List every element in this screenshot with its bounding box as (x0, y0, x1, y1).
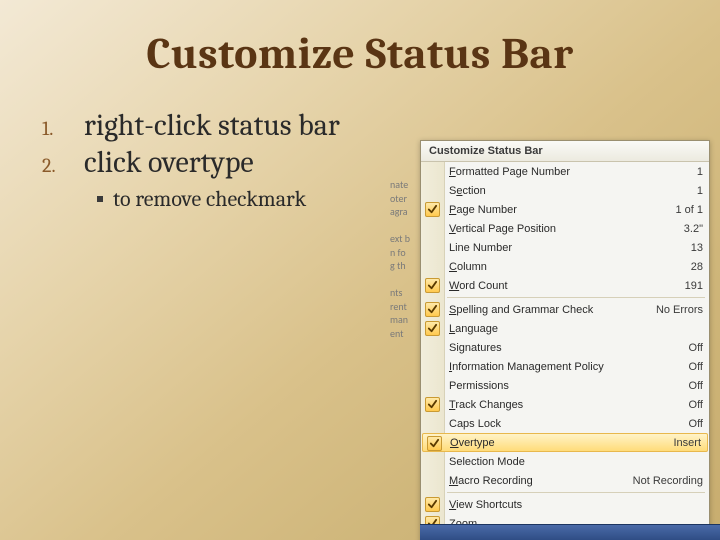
sub-bullet-text: to remove checkmark (113, 186, 306, 212)
menu-item-value: Off (683, 418, 703, 430)
menu-item-label: Word Count (449, 280, 679, 292)
menu-item-signatures[interactable]: SignaturesOff (421, 338, 709, 357)
menu-item-label: Vertical Page Position (449, 223, 678, 235)
menu-item-line-number[interactable]: Line Number13 (421, 238, 709, 257)
checkmark-icon (425, 497, 440, 512)
checkmark-icon (425, 278, 440, 293)
menu-item-label: Line Number (449, 242, 685, 254)
content-block: 1. right-click status bar 2. click overt… (42, 108, 402, 212)
menu-item-view-shortcuts[interactable]: View Shortcuts (421, 495, 709, 514)
taskbar-fragment (420, 524, 720, 540)
menu-item-word-count[interactable]: Word Count191 (421, 276, 709, 295)
menu-item-value: Off (683, 342, 703, 354)
menu-body: Formatted Page Number1Section1Page Numbe… (421, 162, 709, 540)
menu-item-spelling-and-grammar-check[interactable]: Spelling and Grammar CheckNo Errors (421, 300, 709, 319)
step-2: 2. click overtype (42, 145, 402, 180)
menu-item-label: Formatted Page Number (449, 166, 691, 178)
menu-item-value: Off (683, 399, 703, 411)
menu-item-page-number[interactable]: Page Number1 of 1 (421, 200, 709, 219)
menu-item-label: Language (449, 323, 697, 335)
step-text: right-click status bar (84, 108, 340, 143)
step-number: 2. (42, 154, 84, 177)
menu-item-value: 1 (691, 185, 703, 197)
menu-item-value: Insert (667, 437, 701, 449)
menu-item-label: Signatures (449, 342, 683, 354)
checkmark-icon (425, 397, 440, 412)
menu-item-language[interactable]: Language (421, 319, 709, 338)
menu-item-label: Selection Mode (449, 456, 697, 468)
menu-item-value: 3.2" (678, 223, 703, 235)
menu-item-section[interactable]: Section1 (421, 181, 709, 200)
screenshot-region: nate oter agra ext b n fo g th nts rent … (420, 140, 720, 540)
customize-status-bar-menu[interactable]: Customize Status Bar Formatted Page Numb… (420, 140, 710, 540)
menu-item-selection-mode[interactable]: Selection Mode (421, 452, 709, 471)
menu-item-label: View Shortcuts (449, 499, 697, 511)
menu-item-value: 1 (691, 166, 703, 178)
menu-item-label: Spelling and Grammar Check (449, 304, 650, 316)
checkmark-icon (425, 202, 440, 217)
slide-title: Customize Status Bar (0, 0, 720, 79)
menu-item-track-changes[interactable]: Track ChangesOff (421, 395, 709, 414)
menu-separator (447, 492, 705, 493)
checkmark-icon (425, 302, 440, 317)
menu-item-value: 1 of 1 (669, 204, 703, 216)
menu-item-permissions[interactable]: PermissionsOff (421, 376, 709, 395)
menu-item-label: Track Changes (449, 399, 683, 411)
menu-item-label: Column (449, 261, 685, 273)
menu-item-value: Off (683, 380, 703, 392)
menu-item-information-management-policy[interactable]: Information Management PolicyOff (421, 357, 709, 376)
menu-item-label: Overtype (450, 437, 667, 449)
menu-item-column[interactable]: Column28 (421, 257, 709, 276)
sub-bullet: to remove checkmark (97, 186, 402, 212)
menu-item-value: No Errors (650, 304, 703, 316)
menu-item-label: Caps Lock (449, 418, 683, 430)
menu-item-vertical-page-position[interactable]: Vertical Page Position3.2" (421, 219, 709, 238)
menu-item-formatted-page-number[interactable]: Formatted Page Number1 (421, 162, 709, 181)
step-text: click overtype (84, 145, 254, 180)
menu-item-label: Page Number (449, 204, 669, 216)
menu-item-caps-lock[interactable]: Caps LockOff (421, 414, 709, 433)
checkmark-icon (427, 436, 442, 451)
bullet-icon (97, 196, 103, 202)
menu-item-label: Information Management Policy (449, 361, 683, 373)
menu-item-value: Not Recording (627, 475, 703, 487)
menu-header: Customize Status Bar (421, 141, 709, 162)
menu-item-value: 191 (679, 280, 703, 292)
checkmark-icon (425, 321, 440, 336)
menu-item-value: 13 (685, 242, 703, 254)
menu-item-value: Off (683, 361, 703, 373)
step-1: 1. right-click status bar (42, 108, 402, 143)
menu-item-label: Section (449, 185, 691, 197)
step-number: 1. (42, 117, 84, 140)
menu-item-label: Permissions (449, 380, 683, 392)
menu-item-value: 28 (685, 261, 703, 273)
menu-separator (447, 297, 705, 298)
menu-item-overtype[interactable]: OvertypeInsert (422, 433, 708, 452)
menu-item-macro-recording[interactable]: Macro RecordingNot Recording (421, 471, 709, 490)
menu-item-label: Macro Recording (449, 475, 627, 487)
